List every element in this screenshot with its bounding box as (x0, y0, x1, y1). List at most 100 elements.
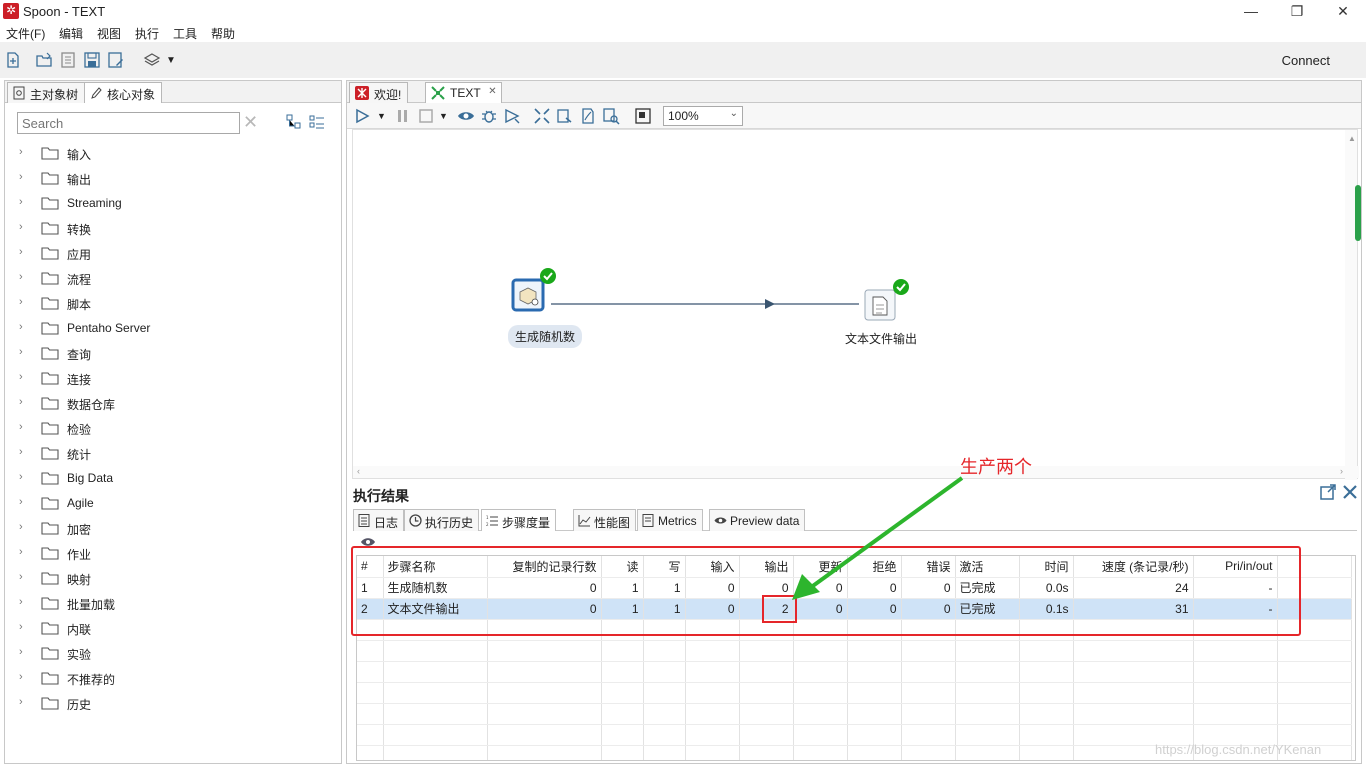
tree-item-label: 历史 (67, 698, 92, 712)
tab-history[interactable]: 执行历史 (404, 509, 480, 531)
chevron-right-icon[interactable]: › (19, 696, 23, 708)
chevron-right-icon[interactable]: › (19, 496, 23, 508)
chevron-right-icon[interactable]: › (19, 346, 23, 358)
close-tab-icon[interactable]: ✕ (488, 86, 496, 97)
tab-metrics[interactable]: Metrics (637, 509, 703, 531)
preview-eye-icon[interactable] (457, 107, 475, 125)
tree-item[interactable]: › Streaming (5, 191, 341, 216)
tree-item[interactable]: › 内联 (5, 616, 341, 641)
chevron-right-icon[interactable]: › (19, 546, 23, 558)
maximize-results-icon[interactable] (1320, 484, 1336, 503)
tab-step-metrics[interactable]: 12 步骤度量 (481, 509, 557, 531)
tree-item[interactable]: › 实验 (5, 641, 341, 666)
tree-item[interactable]: › 历史 (5, 691, 341, 716)
chevron-right-icon[interactable]: › (19, 396, 23, 408)
table-cell-empty (1019, 682, 1074, 704)
impact-analysis-icon[interactable] (556, 107, 574, 125)
chevron-right-icon[interactable]: › (19, 471, 23, 483)
tree-item[interactable]: › Pentaho Server (5, 316, 341, 341)
tab-welcome[interactable]: 欢迎! (349, 82, 409, 103)
chevron-right-icon[interactable]: › (19, 621, 23, 633)
tree-item[interactable]: › 加密 (5, 516, 341, 541)
collapse-all-icon[interactable] (286, 114, 302, 133)
chevron-right-icon[interactable]: › (19, 671, 23, 683)
minimize-button[interactable]: — (1228, 0, 1274, 22)
tree-item[interactable]: › 数据仓库 (5, 391, 341, 416)
zoom-select[interactable]: 100% ⌄ (663, 106, 743, 126)
tree-item[interactable]: › 不推荐的 (5, 666, 341, 691)
stop-options-dropdown-icon[interactable]: ▼ (439, 111, 457, 129)
tree-item[interactable]: › 应用 (5, 241, 341, 266)
tree-item[interactable]: › 脚本 (5, 291, 341, 316)
chevron-right-icon[interactable]: › (19, 196, 23, 208)
clear-search-icon[interactable]: ✕ (243, 112, 258, 133)
show-grid-icon[interactable] (634, 107, 652, 125)
close-button[interactable]: ✕ (1320, 0, 1366, 22)
step-label-text-file-output[interactable]: 文本文件输出 (845, 330, 917, 347)
tab-log[interactable]: 日志 (353, 509, 405, 531)
chevron-right-icon[interactable]: › (19, 446, 23, 458)
chevron-right-icon[interactable]: › (19, 246, 23, 258)
chevron-right-icon[interactable]: › (19, 146, 23, 158)
verify-icon[interactable] (533, 107, 551, 125)
expand-all-icon[interactable] (309, 114, 325, 133)
tree-item[interactable]: › 映射 (5, 566, 341, 591)
new-file-icon[interactable] (4, 51, 22, 69)
menu-view[interactable]: 视图 (97, 25, 121, 42)
tree-item[interactable]: › 输入 (5, 141, 341, 166)
tree-item[interactable]: › 统计 (5, 441, 341, 466)
menu-file[interactable]: 文件(F) (6, 25, 45, 42)
right-edge-scroll-thumb[interactable] (1355, 185, 1361, 241)
chevron-right-icon[interactable]: › (19, 221, 23, 233)
step-label-generate-random[interactable]: 生成随机数 (515, 330, 575, 344)
layers-dropdown-icon[interactable]: ▼ (166, 55, 184, 73)
search-input[interactable] (17, 112, 240, 134)
layers-icon[interactable] (143, 51, 161, 69)
stop-icon[interactable] (417, 107, 435, 125)
replay-icon[interactable] (503, 107, 521, 125)
tree-item[interactable]: › 连接 (5, 366, 341, 391)
tree-item[interactable]: › 作业 (5, 541, 341, 566)
menu-run[interactable]: 执行 (135, 25, 159, 42)
tab-core-objects[interactable]: 核心对象 (84, 82, 163, 103)
pause-icon[interactable] (394, 107, 412, 125)
tab-main-tree[interactable]: 主对象树 (7, 82, 86, 103)
tree-item[interactable]: › Big Data (5, 466, 341, 491)
run-options-dropdown-icon[interactable]: ▼ (377, 111, 395, 129)
chevron-right-icon[interactable]: › (19, 171, 23, 183)
chevron-right-icon[interactable]: › (19, 521, 23, 533)
tree-item[interactable]: › 输出 (5, 166, 341, 191)
chevron-right-icon[interactable]: › (19, 271, 23, 283)
menu-edit[interactable]: 编辑 (59, 25, 83, 42)
explore-db-icon[interactable] (602, 107, 620, 125)
tree-item[interactable]: › 批量加载 (5, 591, 341, 616)
chevron-right-icon[interactable]: › (19, 571, 23, 583)
chevron-right-icon[interactable]: › (19, 321, 23, 333)
sql-script-icon[interactable] (579, 107, 597, 125)
tab-text[interactable]: TEXT ✕ (425, 82, 502, 103)
menu-help[interactable]: 帮助 (211, 25, 235, 42)
chevron-right-icon[interactable]: › (19, 371, 23, 383)
open-file-icon[interactable] (35, 51, 53, 69)
tree-item[interactable]: › 查询 (5, 341, 341, 366)
tree-item[interactable]: › 流程 (5, 266, 341, 291)
tree-item[interactable]: › 检验 (5, 416, 341, 441)
transformation-canvas[interactable]: 生成随机数 文本文件输出 ▲ ▼ ‹ › (352, 129, 1359, 480)
close-results-icon[interactable] (1342, 484, 1358, 503)
restore-button[interactable]: ❐ (1274, 0, 1320, 22)
explore-repository-icon[interactable] (59, 51, 77, 69)
debug-bug-icon[interactable] (480, 107, 498, 125)
save-as-icon[interactable] (107, 51, 125, 69)
chevron-right-icon[interactable]: › (19, 646, 23, 658)
tab-performance-chart[interactable]: 性能图 (573, 509, 637, 531)
connect-button[interactable]: Connect (1282, 53, 1330, 68)
chevron-right-icon[interactable]: › (19, 421, 23, 433)
canvas-vertical-scrollbar[interactable]: ▲ ▼ (1345, 130, 1357, 480)
menu-tools[interactable]: 工具 (173, 25, 197, 42)
save-icon[interactable] (83, 51, 101, 69)
chevron-right-icon[interactable]: › (19, 596, 23, 608)
run-icon[interactable] (353, 107, 371, 125)
tree-item[interactable]: › 转换 (5, 216, 341, 241)
chevron-right-icon[interactable]: › (19, 296, 23, 308)
tree-item[interactable]: › Agile (5, 491, 341, 516)
